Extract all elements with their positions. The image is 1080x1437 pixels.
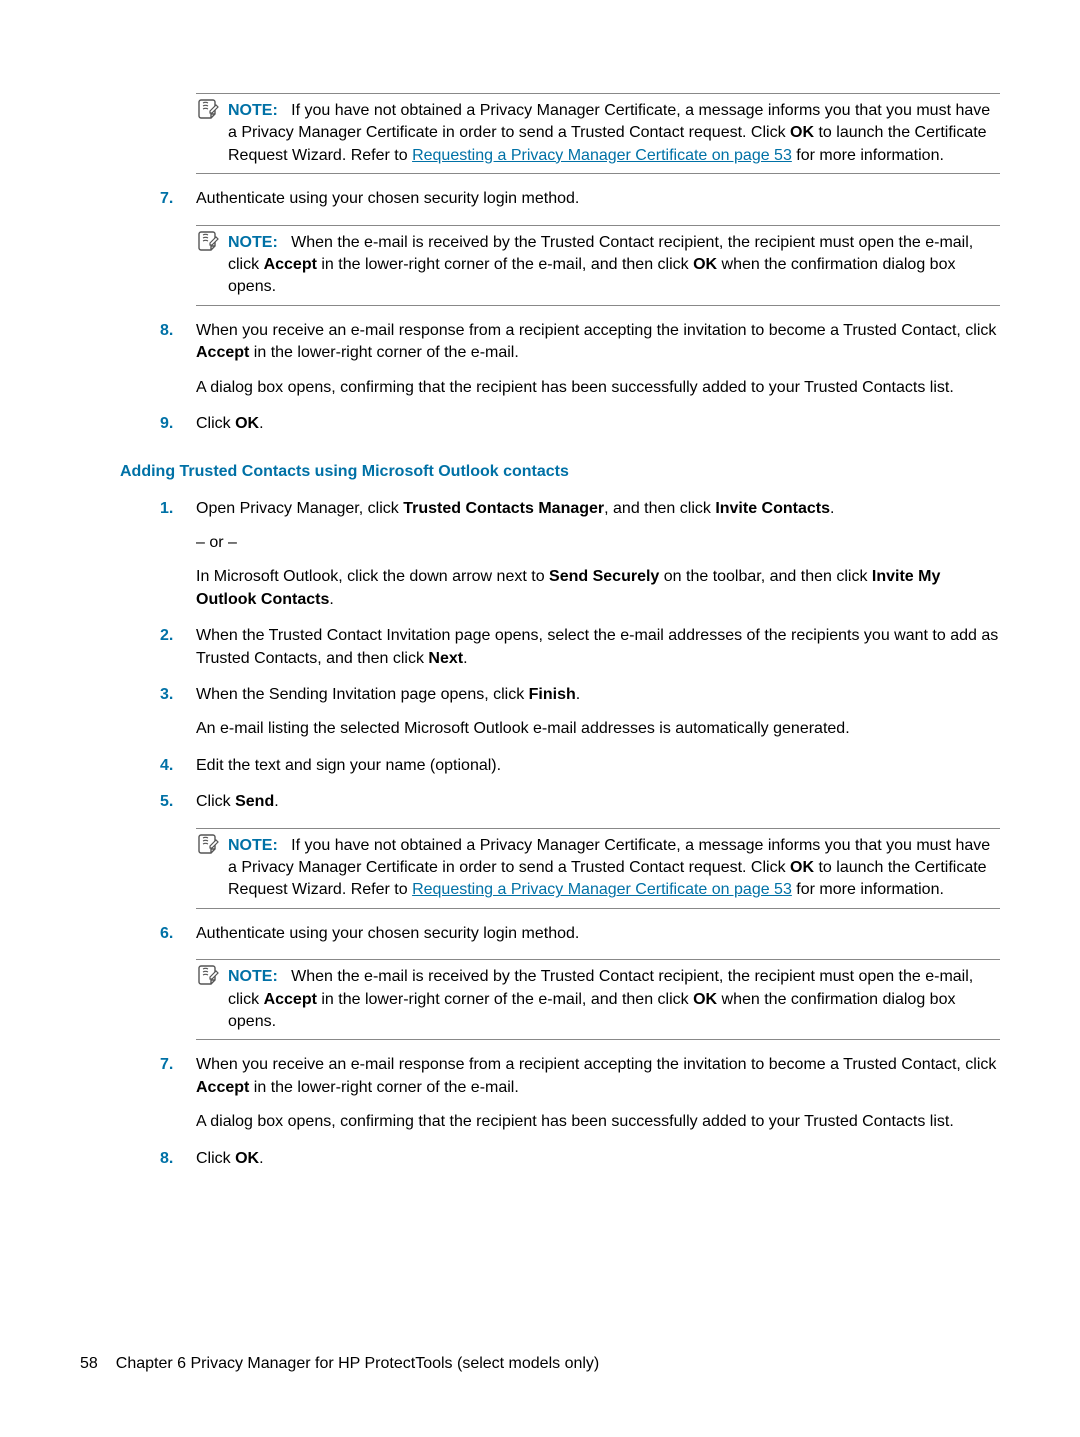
bold-ok: OK <box>235 1150 259 1167</box>
step-text: on the toolbar, and then click <box>659 568 872 585</box>
note-icon <box>196 832 220 856</box>
note-box: NOTE: If you have not obtained a Privacy… <box>196 828 1000 909</box>
note-label: NOTE: <box>228 234 278 251</box>
note-text: in the lower-right corner of the e-mail,… <box>317 991 693 1008</box>
bold-accept: Accept <box>196 344 249 361</box>
list-item: 5. Click Send. <box>160 791 1000 813</box>
bold-accept: Accept <box>264 256 317 273</box>
note-text: in the lower-right corner of the e-mail,… <box>317 256 693 273</box>
list-item: 3. When the Sending Invitation page open… <box>160 684 1000 741</box>
step-text: Edit the text and sign your name (option… <box>196 755 1000 777</box>
step-number: 8. <box>160 320 196 342</box>
note-text: for more information. <box>792 881 944 898</box>
bold-accept: Accept <box>196 1079 249 1096</box>
step-text: Click <box>196 1150 235 1167</box>
note-label: NOTE: <box>228 968 278 985</box>
list-item: 4. Edit the text and sign your name (opt… <box>160 755 1000 777</box>
step-number: 1. <box>160 498 196 520</box>
bold: Trusted Contacts Manager <box>403 500 604 517</box>
list-item: 8. When you receive an e-mail response f… <box>160 320 1000 399</box>
note-icon <box>196 963 220 987</box>
bold-ok: OK <box>790 859 814 876</box>
bold-ok: OK <box>693 991 717 1008</box>
step-text: When the Sending Invitation page opens, … <box>196 686 529 703</box>
section-heading: Adding Trusted Contacts using Microsoft … <box>120 461 1000 483</box>
step-text: . <box>259 415 263 432</box>
step-text: in the lower-right corner of the e-mail. <box>249 1079 518 1096</box>
step-text: When you receive an e-mail response from… <box>196 1056 996 1073</box>
note-icon <box>196 229 220 253</box>
list-item: 2. When the Trusted Contact Invitation p… <box>160 625 1000 670</box>
step-text: . <box>259 1150 263 1167</box>
list-item: 1. Open Privacy Manager, click Trusted C… <box>160 498 1000 612</box>
step-text: . <box>274 793 278 810</box>
step-text: . <box>463 650 467 667</box>
note-text: for more information. <box>792 147 944 164</box>
list-item: 9. Click OK. <box>160 413 1000 435</box>
bold-finish: Finish <box>529 686 576 703</box>
bold: Send Securely <box>549 568 659 585</box>
step-number: 2. <box>160 625 196 647</box>
or-text: – or – <box>196 532 1000 554</box>
step-number: 3. <box>160 684 196 706</box>
note-label: NOTE: <box>228 102 278 119</box>
list-item: 7. Authenticate using your chosen securi… <box>160 188 1000 210</box>
step-number: 6. <box>160 923 196 945</box>
step-text: Click <box>196 415 235 432</box>
step-number: 9. <box>160 413 196 435</box>
bold-send: Send <box>235 793 274 810</box>
page-footer: 58 Chapter 6 Privacy Manager for HP Prote… <box>80 1353 599 1375</box>
link-request-cert[interactable]: Requesting a Privacy Manager Certificate… <box>412 881 792 898</box>
bold-next: Next <box>428 650 463 667</box>
bold: Invite Contacts <box>715 500 830 517</box>
step-text: . <box>576 686 580 703</box>
step-text: Authenticate using your chosen security … <box>196 923 1000 945</box>
step-para: A dialog box opens, confirming that the … <box>196 377 1000 399</box>
step-number: 5. <box>160 791 196 813</box>
bold-ok: OK <box>235 415 259 432</box>
step-number: 8. <box>160 1148 196 1170</box>
list-item: 7. When you receive an e-mail response f… <box>160 1054 1000 1133</box>
step-text: . <box>329 591 333 608</box>
step-text: When the Trusted Contact Invitation page… <box>196 627 998 666</box>
note-box: NOTE: If you have not obtained a Privacy… <box>196 93 1000 174</box>
page-number: 58 <box>80 1355 98 1372</box>
step-text: Authenticate using your chosen security … <box>196 188 1000 210</box>
link-request-cert[interactable]: Requesting a Privacy Manager Certificate… <box>412 147 792 164</box>
step-text: Open Privacy Manager, click <box>196 500 403 517</box>
step-number: 7. <box>160 1054 196 1076</box>
step-text: . <box>830 500 834 517</box>
step-para: A dialog box opens, confirming that the … <box>196 1111 1000 1133</box>
bold-accept: Accept <box>264 991 317 1008</box>
note-label: NOTE: <box>228 837 278 854</box>
note-box: NOTE: When the e-mail is received by the… <box>196 959 1000 1040</box>
step-text: in the lower-right corner of the e-mail. <box>249 344 518 361</box>
step-text: When you receive an e-mail response from… <box>196 322 996 339</box>
step-number: 4. <box>160 755 196 777</box>
list-item: 8. Click OK. <box>160 1148 1000 1170</box>
step-text: Click <box>196 793 235 810</box>
note-icon <box>196 97 220 121</box>
step-text: In Microsoft Outlook, click the down arr… <box>196 568 549 585</box>
step-text: , and then click <box>604 500 715 517</box>
bold-ok: OK <box>790 124 814 141</box>
step-para: An e-mail listing the selected Microsoft… <box>196 718 1000 740</box>
bold-ok: OK <box>693 256 717 273</box>
note-box: NOTE: When the e-mail is received by the… <box>196 225 1000 306</box>
chapter-title: Chapter 6 Privacy Manager for HP Protect… <box>116 1355 599 1372</box>
list-item: 6. Authenticate using your chosen securi… <box>160 923 1000 945</box>
step-number: 7. <box>160 188 196 210</box>
